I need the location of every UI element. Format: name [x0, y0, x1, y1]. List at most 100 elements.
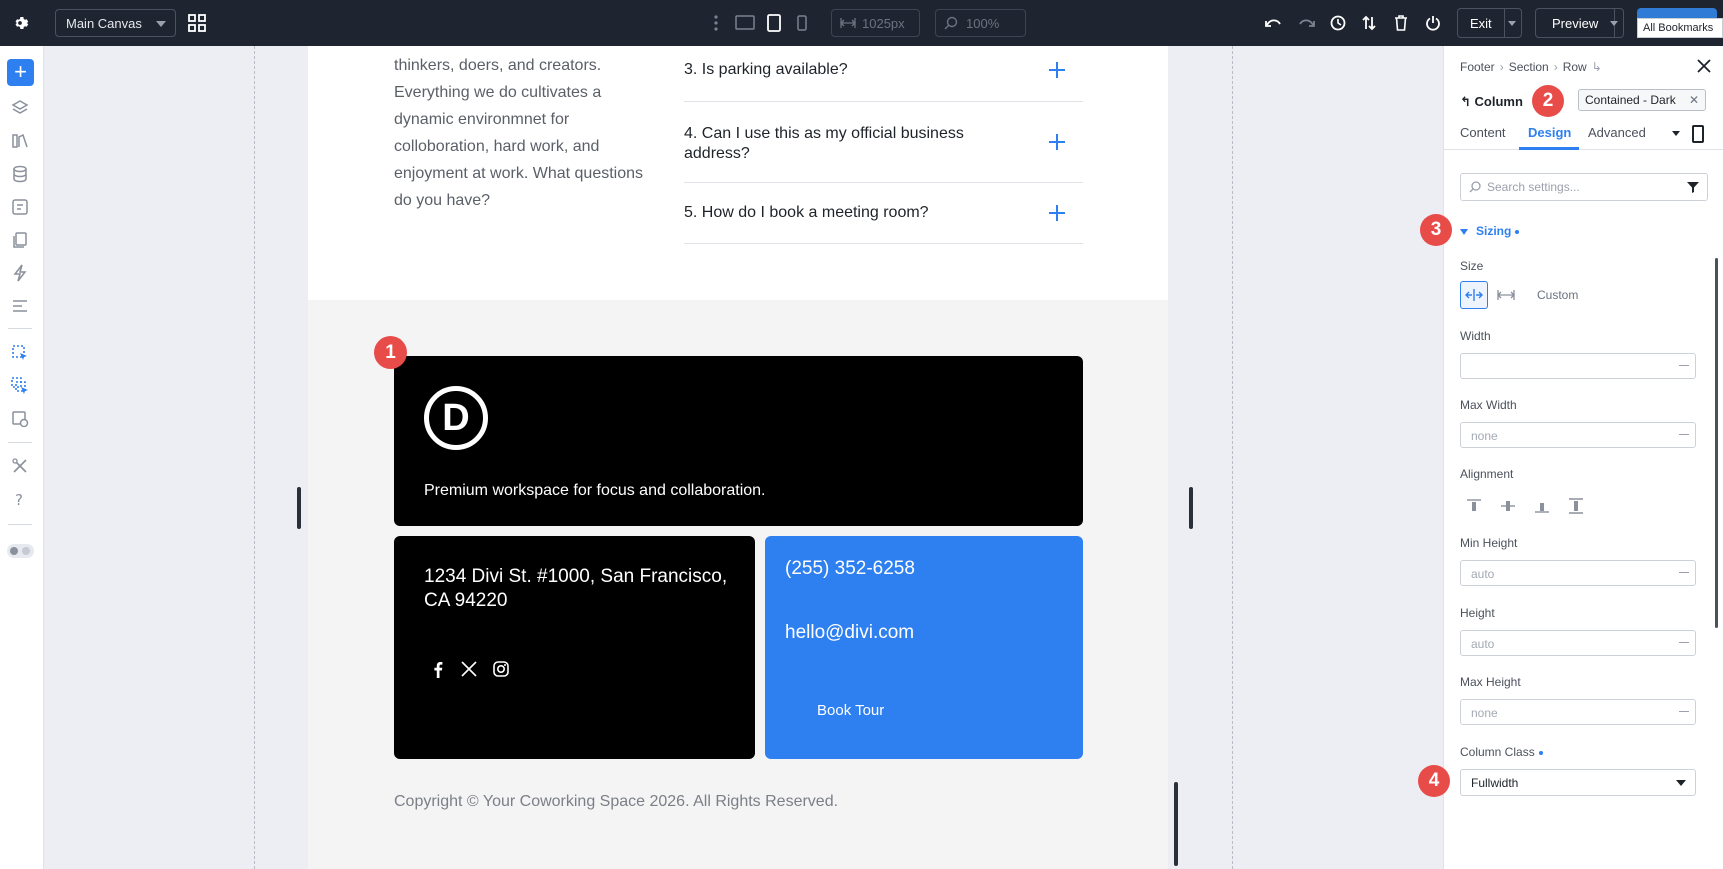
breadcrumb-footer[interactable]: Footer [1460, 60, 1495, 74]
exit-options-button[interactable] [1502, 8, 1522, 38]
plus-icon[interactable] [1049, 205, 1065, 221]
multi-select-icon[interactable] [10, 376, 30, 396]
return-arrow-icon: ↳ [1591, 60, 1602, 74]
layout-icon[interactable] [10, 197, 30, 217]
close-icon[interactable] [1697, 59, 1713, 75]
column-class-label-text: Column Class [1460, 745, 1535, 759]
sizing-group-toggle[interactable]: Sizing [1460, 224, 1520, 238]
theme-toggle[interactable] [7, 544, 34, 558]
breadcrumb-row[interactable]: Row [1563, 60, 1587, 74]
footer-email[interactable]: hello@divi.com [785, 622, 914, 644]
help-icon[interactable]: ? [10, 489, 30, 509]
tab-advanced[interactable]: Advanced [1588, 125, 1646, 140]
chevron-down-icon[interactable] [1672, 131, 1680, 136]
align-top-icon[interactable] [1465, 497, 1483, 515]
faq-item[interactable]: 5. How do I book a meeting room? [684, 183, 1083, 244]
max-width-input[interactable]: none [1460, 422, 1696, 448]
facebook-icon[interactable] [429, 660, 447, 678]
grid-view-icon[interactable] [187, 13, 207, 33]
column-guide [254, 46, 255, 869]
phone-view-icon[interactable] [792, 13, 812, 33]
search-placeholder: Search settings... [1487, 180, 1580, 194]
max-height-value: none [1471, 706, 1498, 720]
tablet-view-icon[interactable] [764, 13, 784, 33]
exit-button[interactable]: Exit [1457, 8, 1505, 38]
bookmarks-tooltip: All Bookmarks [1637, 18, 1723, 38]
footer-section[interactable]: D Premium workspace for focus and collab… [308, 300, 1168, 869]
brand-card[interactable]: D Premium workspace for focus and collab… [394, 356, 1083, 526]
zoom-field[interactable]: 100% [935, 9, 1026, 37]
footer-address: 1234 Divi St. #1000, San Francisco, CA 9… [424, 566, 728, 611]
add-module-button[interactable]: + [7, 59, 34, 86]
canvas-width-field[interactable]: 1025px [831, 9, 920, 37]
settings-panel: Footer › Section › Row ↳ ↰ Column Contained -… [1418, 46, 1723, 869]
toggle-dot-icon [10, 547, 18, 555]
remove-preset-icon[interactable]: ✕ [1689, 93, 1699, 107]
builder-canvas[interactable]: thinkers, doers, and creators. Everythin… [44, 46, 1443, 869]
more-dots-icon[interactable] [714, 14, 718, 32]
instagram-icon[interactable] [492, 660, 510, 678]
tools-icon[interactable] [10, 456, 30, 476]
copyright-text: Copyright © Your Coworking Space 2026. A… [394, 793, 839, 810]
redo-icon[interactable] [1296, 13, 1316, 33]
resize-handle-bottom[interactable] [1174, 782, 1178, 866]
settings-gear-icon[interactable] [8, 11, 32, 35]
search-settings-input[interactable]: Search settings... [1460, 173, 1708, 201]
modified-dot [1515, 229, 1520, 234]
panel-scrollbar[interactable] [1715, 258, 1718, 628]
canvas-selector-label: Main Canvas [66, 16, 142, 31]
filter-icon[interactable] [1687, 181, 1699, 193]
address-card[interactable]: 1234 Divi St. #1000, San Francisco, CA 9… [394, 536, 755, 759]
align-stretch-icon[interactable] [1567, 497, 1585, 515]
contact-card[interactable]: (255) 352-6258 hello@divi.com Book Tour [765, 536, 1083, 759]
width-arrows-icon [840, 18, 856, 28]
plus-icon[interactable] [1049, 62, 1065, 78]
size-fill-button[interactable] [1460, 281, 1488, 309]
max-width-label: Max Width [1460, 398, 1517, 412]
back-arrow-icon[interactable]: ↰ [1460, 94, 1471, 109]
select-element-icon[interactable] [10, 343, 30, 363]
responsive-device-icon[interactable] [1692, 125, 1704, 143]
breadcrumb-section[interactable]: Section [1509, 60, 1549, 74]
toggle-dot-icon [22, 547, 30, 555]
unit-dash-icon [1679, 365, 1689, 366]
power-icon[interactable] [1423, 13, 1443, 33]
library-icon[interactable] [10, 131, 30, 151]
width-input[interactable] [1460, 353, 1696, 379]
panel-tabs: Content Design Advanced [1444, 116, 1723, 150]
template-preview-icon[interactable] [10, 409, 30, 429]
size-custom-button[interactable]: Custom [1537, 288, 1578, 302]
faq-item[interactable]: 3. Is parking available? [684, 46, 1083, 102]
x-twitter-icon[interactable] [460, 660, 478, 678]
history-clock-icon[interactable] [1328, 13, 1348, 33]
align-bottom-icon[interactable] [1533, 497, 1551, 515]
sort-arrows-icon[interactable] [1359, 13, 1379, 33]
height-input[interactable]: auto [1460, 630, 1696, 656]
list-settings-icon[interactable] [10, 296, 30, 316]
column-class-select[interactable]: Fullwidth [1460, 769, 1696, 796]
footer-phone[interactable]: (255) 352-6258 [785, 558, 915, 580]
canvas-selector[interactable]: Main Canvas [55, 9, 176, 37]
tab-content[interactable]: Content [1460, 125, 1506, 140]
pages-icon[interactable] [10, 230, 30, 250]
top-toolbar: Main Canvas 1025px 100% Exit Preview All… [0, 0, 1723, 46]
resize-handle-right[interactable] [1189, 487, 1193, 529]
size-fixed-button[interactable] [1492, 281, 1520, 309]
trash-icon[interactable] [1391, 13, 1411, 33]
max-height-input[interactable]: none [1460, 699, 1696, 725]
svg-text:?: ? [15, 491, 23, 508]
book-tour-button[interactable]: Book Tour [817, 702, 884, 719]
preset-chip[interactable]: Contained - Dark ✕ [1578, 89, 1706, 111]
desktop-view-icon[interactable] [735, 13, 755, 33]
resize-handle-left[interactable] [297, 487, 301, 529]
layers-icon[interactable] [10, 98, 30, 118]
undo-icon[interactable] [1264, 13, 1284, 33]
min-height-input[interactable]: auto [1460, 560, 1696, 586]
align-center-icon[interactable] [1499, 497, 1517, 515]
lightning-icon[interactable] [10, 263, 30, 283]
database-icon[interactable] [10, 164, 30, 184]
faq-item[interactable]: 4. Can I use this as my official busines… [684, 102, 1083, 183]
plus-icon[interactable] [1049, 134, 1065, 150]
preview-options-button[interactable] [1604, 8, 1624, 38]
tab-design[interactable]: Design [1528, 125, 1571, 140]
